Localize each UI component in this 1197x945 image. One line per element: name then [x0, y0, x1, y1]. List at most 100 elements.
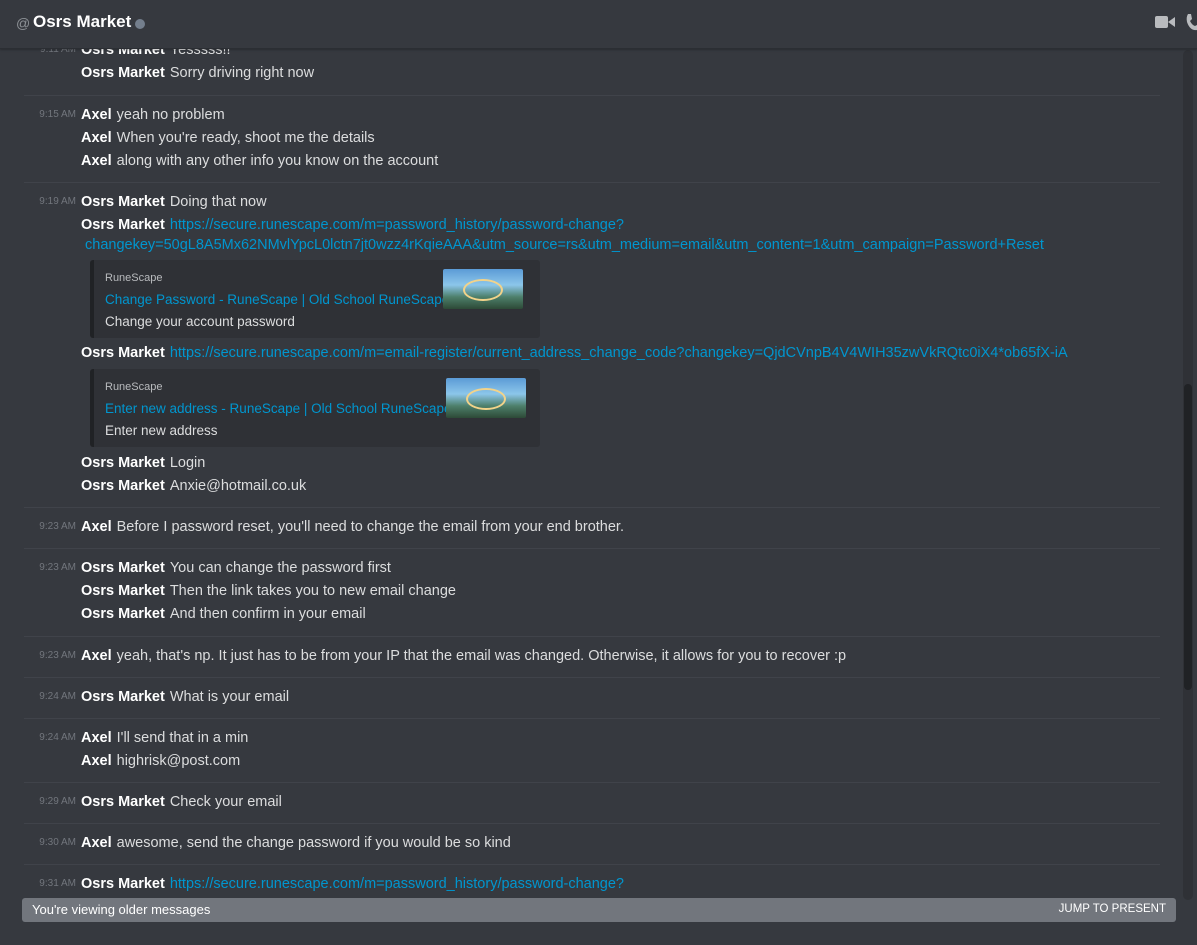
message-group: 9:19 AM Osrs Market Doing that now Osrs M… [24, 192, 1160, 508]
timestamp: 9:23 AM [39, 521, 76, 532]
author-name[interactable]: Osrs Market [81, 583, 165, 599]
message-text: Anxie@hotmail.co.uk [169, 478, 307, 494]
author-name[interactable]: Osrs Market [81, 345, 165, 361]
author-name[interactable]: Axel [81, 648, 112, 664]
message-text: yeah, that's np. It just has to be from … [116, 648, 847, 664]
message-text: When you're ready, shoot me the details [116, 130, 375, 146]
message-link[interactable]: https://secure.runescape.com/m=email-reg… [170, 345, 1068, 361]
author-name[interactable]: Osrs Market [81, 606, 165, 622]
author-name[interactable]: Axel [81, 730, 112, 746]
author-name[interactable]: Osrs Market [81, 65, 165, 81]
timestamp: 9:15 AM [39, 109, 76, 120]
embed-provider[interactable]: RuneScape [105, 381, 163, 393]
link-embed: RuneScape Enter new address - RuneScape … [90, 369, 540, 447]
message-group: 9:30 AM Axel awesome, send the change pas… [24, 833, 1160, 865]
timestamp: 9:23 AM [39, 562, 76, 573]
message-group: 9:23 AM Axel Before I password reset, you… [24, 517, 1160, 549]
message-line-continued: changekey=50gL8A5Mx62NMvlYpcL0lctn7jt0wz… [85, 235, 1044, 255]
message-text: yeah no problem [116, 107, 225, 123]
timestamp: 9:30 AM [39, 837, 76, 848]
embed-provider[interactable]: RuneScape [105, 272, 163, 284]
author-name[interactable]: Osrs Market [81, 794, 165, 810]
message-text: Yesssss!! [169, 49, 231, 58]
message-text: You can change the password first [169, 560, 391, 576]
message-text: highrisk@post.com [116, 753, 241, 769]
timestamp: 9:24 AM [39, 691, 76, 702]
message-text: I'll send that in a min [116, 730, 249, 746]
at-icon: @ [16, 15, 31, 31]
message-line: Osrs Market Yesssss!! [81, 49, 231, 60]
message-group: 9:31 AM Osrs Market https://secure.runesc… [24, 874, 1160, 899]
message-group: 9:23 AM Osrs Market You can change the pa… [24, 558, 1160, 637]
voice-call-icon[interactable] [1186, 14, 1197, 37]
older-messages-bar[interactable]: You're viewing older messages JUMP TO PR… [22, 898, 1176, 922]
message-text: Then the link takes you to new email cha… [169, 583, 456, 599]
timestamp: 9:11 AM [40, 49, 76, 55]
author-name[interactable]: Osrs Market [81, 478, 165, 494]
message-line: Osrs Market Anxie@hotmail.co.uk [81, 476, 306, 496]
message-line: Axel awesome, send the change password if… [81, 833, 511, 853]
timestamp: 9:19 AM [39, 196, 76, 207]
status-indicator [135, 19, 145, 29]
message-line: Axel When you're ready, shoot me the deta… [81, 128, 375, 148]
embed-title[interactable]: Change Password - RuneScape | Old School… [105, 292, 449, 307]
message-line: Osrs Market https://secure.runescape.com/… [81, 343, 1068, 363]
message-line: Osrs Market Login [81, 453, 205, 473]
author-name[interactable]: Osrs Market [81, 689, 165, 705]
link-embed: RuneScape Change Password - RuneScape | … [90, 260, 540, 338]
channel-name[interactable]: Osrs Market [33, 12, 131, 32]
author-name[interactable]: Axel [81, 519, 112, 535]
message-text: awesome, send the change password if you… [116, 835, 511, 851]
message-line: Osrs Market https://secure.runescape.com/… [81, 874, 624, 894]
author-name[interactable]: Osrs Market [81, 876, 165, 892]
author-name[interactable]: Osrs Market [81, 194, 165, 210]
message-link[interactable]: https://secure.runescape.com/m=password_… [170, 217, 624, 233]
embed-title[interactable]: Enter new address - RuneScape | Old Scho… [105, 401, 451, 416]
author-name[interactable]: Axel [81, 753, 112, 769]
message-link[interactable]: https://secure.runescape.com/m=password_… [170, 876, 624, 892]
message-text: along with any other info you know on th… [116, 153, 439, 169]
message-line: Osrs Market Sorry driving right now [81, 63, 314, 83]
message-line: Axel highrisk@post.com [81, 751, 240, 771]
embed-thumbnail[interactable] [446, 378, 526, 418]
author-name[interactable]: Osrs Market [81, 455, 165, 471]
message-line: Osrs Market Doing that now [81, 192, 267, 212]
author-name[interactable]: Axel [81, 153, 112, 169]
message-group: 9:23 AM Axel yeah, that's np. It just has… [24, 646, 1160, 678]
message-text: Check your email [169, 794, 282, 810]
message-line: Axel yeah no problem [81, 105, 225, 125]
message-line: Osrs Market You can change the password f… [81, 558, 391, 578]
message-link[interactable]: changekey=50gL8A5Mx62NMvlYpcL0lctn7jt0wz… [85, 237, 1044, 253]
message-list[interactable]: 9:11 AM Osrs Market Yesssss!! Osrs Market… [0, 49, 1180, 899]
message-line: Osrs Market Then the link takes you to ne… [81, 581, 456, 601]
author-name[interactable]: Axel [81, 130, 112, 146]
timestamp: 9:23 AM [39, 650, 76, 661]
scrollbar-thumb[interactable] [1184, 384, 1192, 690]
scrollbar-track[interactable] [1183, 50, 1193, 900]
message-text: What is your email [169, 689, 290, 705]
message-text: Login [169, 455, 206, 471]
message-text: Before I password reset, you'll need to … [116, 519, 624, 535]
message-line: Axel yeah, that's np. It just has to be f… [81, 646, 846, 666]
message-line: Osrs Market What is your email [81, 687, 289, 707]
message-group: 9:11 AM Osrs Market Yesssss!! Osrs Market… [24, 49, 1160, 96]
jump-to-present-button[interactable]: JUMP TO PRESENT [1059, 903, 1166, 915]
embed-description: Change your account password [105, 314, 295, 329]
embed-thumbnail[interactable] [443, 269, 523, 309]
timestamp: 9:29 AM [39, 796, 76, 807]
message-line: Axel Before I password reset, you'll need… [81, 517, 624, 537]
video-call-icon[interactable] [1155, 14, 1175, 35]
message-line: Axel along with any other info you know o… [81, 151, 438, 171]
message-group: 9:15 AM Axel yeah no problem Axel When you… [24, 105, 1160, 183]
message-group: 9:29 AM Osrs Market Check your email [24, 792, 1160, 824]
author-name[interactable]: Axel [81, 835, 112, 851]
message-line: Osrs Market https://secure.runescape.com/… [81, 215, 624, 235]
author-name[interactable]: Osrs Market [81, 560, 165, 576]
message-group: 9:24 AM Osrs Market What is your email [24, 687, 1160, 719]
author-name[interactable]: Osrs Market [81, 217, 165, 233]
author-name[interactable]: Osrs Market [81, 49, 165, 58]
message-text: Doing that now [169, 194, 267, 210]
timestamp: 9:24 AM [39, 732, 76, 743]
author-name[interactable]: Axel [81, 107, 112, 123]
older-messages-text: You're viewing older messages [32, 902, 211, 917]
